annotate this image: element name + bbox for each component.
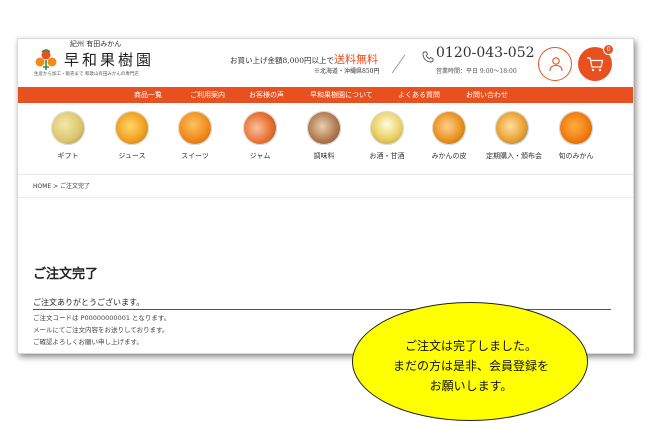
category-list: ギフト ジュース スイーツ ジャム 調味料 お酒・甘酒 みかんの皮 定期購入・頒… (18, 111, 633, 171)
seasonal-mikan-image (559, 111, 593, 145)
sake-image (370, 111, 404, 145)
nav-item-products[interactable]: 商品一覧 (134, 90, 162, 100)
cart-count-badge: 0 (603, 44, 614, 55)
breadcrumb[interactable]: HOME > ご注文完了 (33, 181, 90, 190)
category-label: 調味料 (313, 152, 335, 160)
category-label: みかんの皮 (431, 152, 467, 160)
confirm-text: ご確認よろしくお願い申し上げます。 (33, 338, 143, 346)
account-button[interactable] (538, 47, 572, 81)
category-peel[interactable]: みかんの皮 (423, 111, 475, 161)
shipping-note: ※北海道・沖縄県850円 (314, 68, 380, 75)
phone-icon (422, 51, 434, 63)
nav-item-guide[interactable]: ご利用案内 (190, 90, 225, 100)
region-label: 紀州 有田みかん (70, 40, 122, 48)
callout-line: お願いします。 (429, 379, 513, 393)
thanks-message: ご注文ありがとうございます。 (33, 298, 145, 307)
section-divider (18, 197, 633, 198)
gift-image (51, 111, 85, 145)
business-hours: 営業時間：平日 9:00～18:00 (436, 68, 517, 75)
nav-item-contact[interactable]: お問い合わせ (466, 90, 508, 100)
free-shipping-highlight: 送料無料 (333, 53, 378, 66)
browser-screenshot: 紀州 有田みかん 早和果樹園 生産から加工・販売まで 和歌山有田みかんの専門店 … (17, 38, 634, 354)
category-sake[interactable]: お酒・甘酒 (361, 111, 413, 161)
subscription-image (495, 111, 529, 145)
global-nav: 商品一覧 ご利用案内 お客様の声 早和果樹園について よくある質問 お問い合わせ (18, 87, 633, 103)
nav-item-reviews[interactable]: お客様の声 (249, 90, 284, 100)
callout-balloon: ご注文は完了しました。 まだの方は是非、会員登録を お願いします。 (352, 302, 588, 421)
category-gift[interactable]: ギフト (42, 111, 94, 161)
header-divider (391, 54, 406, 74)
section-divider (18, 174, 633, 175)
category-label: スイーツ (181, 152, 209, 160)
brand-name[interactable]: 早和果樹園 (64, 49, 154, 70)
category-jam[interactable]: ジャム (234, 111, 286, 161)
callout-line: ご注文は完了しました。 (404, 339, 537, 353)
category-label: ジュース (118, 152, 146, 160)
category-label: 定期購入・頒布会 (486, 152, 542, 160)
cart-icon (587, 57, 604, 72)
juice-image (115, 111, 149, 145)
category-juice[interactable]: ジュース (106, 111, 158, 161)
category-sweets[interactable]: スイーツ (169, 111, 221, 161)
shipping-info: お買い上げ金額8,000円以上で送料無料 (230, 51, 378, 67)
category-label: お酒・甘酒 (369, 152, 405, 160)
jam-image (243, 111, 277, 145)
seasoning-image (307, 111, 341, 145)
category-label: 旬のみかん (558, 152, 594, 160)
nav-item-faq[interactable]: よくある質問 (398, 90, 440, 100)
category-seasonal-mikan[interactable]: 旬のみかん (550, 111, 602, 161)
page-title: ご注文完了 (33, 267, 99, 282)
email-sent-text: メールにてご注文内容をお送りしております。 (33, 326, 169, 334)
category-label: ギフト (57, 152, 79, 160)
sweets-image (178, 111, 212, 145)
callout-line: まだの方は是非、会員登録を (392, 359, 549, 373)
order-code-text: ご注文コードは P00000000001 となります。 (33, 314, 171, 322)
category-label: ジャム (249, 152, 271, 160)
phone-number[interactable]: 0120-043-052 (436, 45, 535, 61)
nav-item-about[interactable]: 早和果樹園について (310, 90, 373, 100)
user-icon (549, 57, 563, 72)
mikan-logo-icon[interactable] (34, 48, 58, 72)
shipping-text: お買い上げ金額8,000円以上で (230, 56, 334, 65)
peel-image (432, 111, 466, 145)
category-subscription[interactable]: 定期購入・頒布会 (486, 111, 542, 161)
category-seasoning[interactable]: 調味料 (298, 111, 350, 161)
brand-tagline: 生産から加工・販売まで 和歌山有田みかんの専門店 (34, 72, 139, 77)
site-header: 紀州 有田みかん 早和果樹園 生産から加工・販売まで 和歌山有田みかんの専門店 … (18, 39, 633, 87)
